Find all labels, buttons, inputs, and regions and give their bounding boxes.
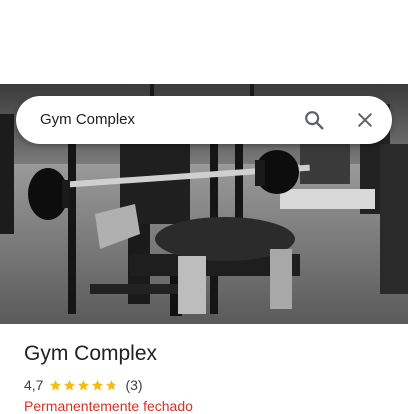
star-icon — [64, 379, 76, 390]
status-label: Permanentemente fechado — [24, 398, 193, 414]
rating-stars — [49, 379, 119, 392]
search-bar[interactable]: Gym Complex — [16, 96, 392, 144]
star-icon — [106, 379, 118, 390]
star-icon — [78, 379, 90, 390]
clear-search-button[interactable] — [349, 104, 381, 136]
rating-row[interactable]: 4,7 (3) — [24, 376, 143, 394]
rating-value: 4,7 — [24, 377, 44, 393]
search-button[interactable] — [298, 104, 330, 136]
place-title: Gym Complex — [24, 342, 158, 365]
review-count[interactable]: (3) — [125, 377, 142, 393]
search-input[interactable]: Gym Complex — [40, 96, 135, 144]
top-blank-area — [0, 0, 408, 84]
star-icon — [92, 379, 104, 390]
search-icon — [305, 111, 324, 130]
star-icon — [50, 379, 62, 390]
close-icon — [358, 113, 372, 127]
place-info-panel: Gym Complex 4,7 (3) Permanentemente fech… — [0, 324, 408, 414]
